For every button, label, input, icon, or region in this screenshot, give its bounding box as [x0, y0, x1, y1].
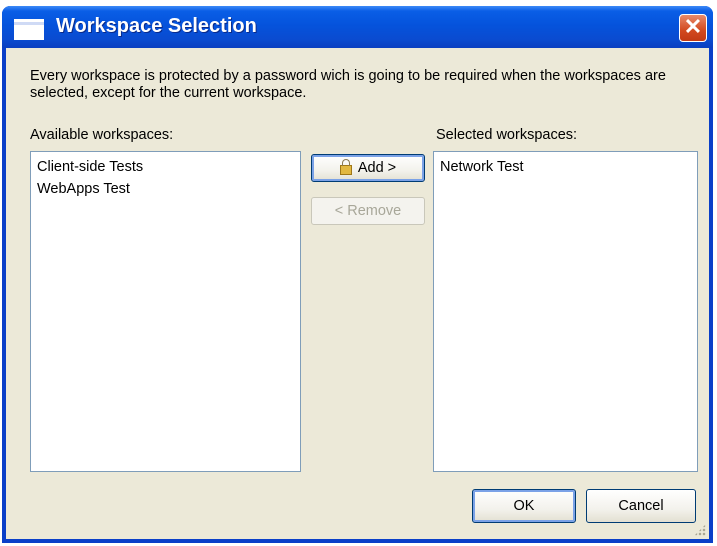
cancel-button-label: Cancel — [618, 498, 664, 514]
resize-grip-icon[interactable] — [694, 524, 706, 536]
list-item[interactable]: Network Test — [438, 156, 693, 178]
remove-button[interactable]: < Remove — [311, 197, 425, 225]
close-icon: ✕ — [683, 14, 703, 39]
description-text: Every workspace is protected by a passwo… — [30, 68, 666, 101]
lock-icon — [339, 159, 352, 175]
add-button[interactable]: Add > — [311, 154, 425, 182]
remove-button-label: < Remove — [334, 203, 402, 219]
selected-workspaces-label: Selected workspaces: — [436, 127, 578, 143]
ok-button-label: OK — [513, 498, 535, 514]
available-workspaces-list[interactable]: Client-side Tests WebApps Test — [30, 151, 301, 472]
ok-button[interactable]: OK — [472, 489, 576, 523]
workspace-selection-dialog: Workspace Selection ✕ Every workspace is… — [2, 6, 713, 543]
list-item[interactable]: WebApps Test — [35, 178, 296, 200]
title-bar[interactable]: Workspace Selection ✕ — [2, 6, 713, 48]
dialog-body: Every workspace is protected by a passwo… — [6, 48, 709, 539]
add-button-label: Add > — [357, 160, 397, 176]
available-workspaces-label: Available workspaces: — [30, 127, 174, 143]
selected-workspaces-list[interactable]: Network Test — [433, 151, 698, 472]
list-item[interactable]: Client-side Tests — [35, 156, 296, 178]
cancel-button[interactable]: Cancel — [586, 489, 696, 523]
window-icon — [14, 19, 44, 40]
close-button[interactable]: ✕ — [679, 14, 707, 42]
window-title: Workspace Selection — [56, 15, 257, 37]
